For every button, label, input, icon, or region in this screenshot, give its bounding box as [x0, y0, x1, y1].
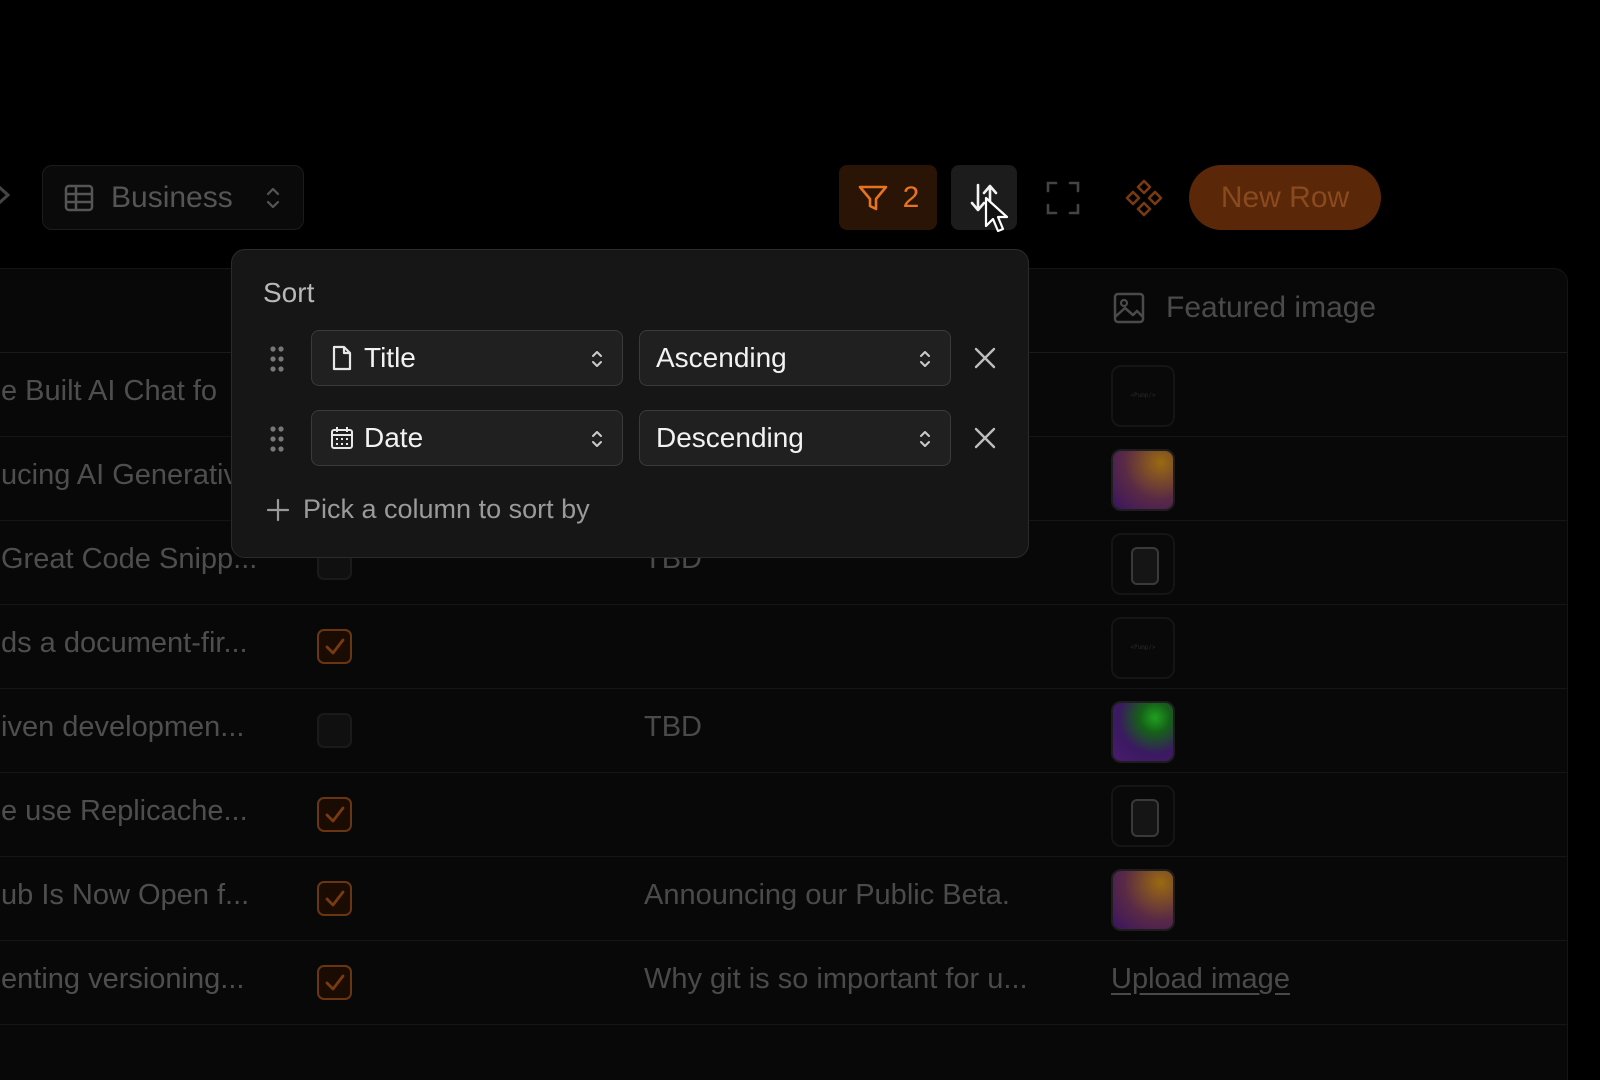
- chevron-updown-icon: [266, 187, 280, 209]
- funnel-icon: [858, 185, 887, 210]
- sort-popover: Sort Title Ascending Date Descending Pic…: [231, 249, 1029, 558]
- code-thumbnail-text: <Pump/>: [1130, 644, 1156, 651]
- row-title: iven developmen...: [1, 711, 245, 743]
- row-checkbox[interactable]: [317, 965, 352, 1000]
- new-row-button[interactable]: New Row: [1189, 165, 1381, 230]
- sort-column-value: Title: [364, 342, 416, 373]
- featured-image-thumbnail[interactable]: [1111, 449, 1175, 511]
- chevron-updown-icon: [592, 431, 602, 447]
- checkmark-icon: [325, 974, 344, 990]
- featured-image-thumbnail[interactable]: [1111, 785, 1175, 847]
- sort-direction-select[interactable]: Ascending: [639, 330, 951, 386]
- table-row[interactable]: ub Is Now Open f... Announcing our Publi…: [0, 857, 1567, 941]
- upload-image-link[interactable]: Upload image: [1111, 963, 1290, 996]
- chevron-updown-icon: [920, 431, 930, 447]
- image-icon: [1113, 292, 1145, 324]
- chevron-updown-icon: [592, 351, 602, 367]
- featured-image-thumbnail[interactable]: [1111, 869, 1175, 931]
- app-stage: Business 2 New Row Featured image e Buil…: [0, 0, 1600, 1080]
- sort-direction-select[interactable]: Descending: [639, 410, 951, 466]
- table-selector-label: Business: [111, 180, 233, 214]
- chevron-updown-icon: [920, 351, 930, 367]
- checkmark-icon: [325, 806, 344, 822]
- row-title: e use Replicache...: [1, 795, 248, 827]
- breadcrumb-chevron-icon: [0, 185, 11, 205]
- row-description: TBD: [644, 711, 702, 743]
- row-title: enting versioning...: [1, 963, 245, 995]
- sort-popover-title: Sort: [263, 277, 315, 308]
- component-icon[interactable]: [1124, 178, 1164, 218]
- row-title: ds a document-fir...: [1, 627, 248, 659]
- phone-thumbnail-icon: [1131, 799, 1159, 837]
- row-title: Great Code Snipp...: [1, 543, 258, 575]
- plus-icon: [266, 498, 290, 521]
- sort-column-select[interactable]: Title: [311, 330, 623, 386]
- drag-handle-icon[interactable]: [267, 424, 287, 454]
- table-row[interactable]: e use Replicache...: [0, 773, 1567, 857]
- code-thumbnail-text: <Pump/>: [1130, 392, 1156, 399]
- phone-thumbnail-icon: [1131, 547, 1159, 585]
- sort-column-select[interactable]: Date: [311, 410, 623, 466]
- checkmark-icon: [325, 638, 344, 654]
- table-selector[interactable]: Business: [42, 165, 304, 230]
- table-icon: [64, 184, 94, 211]
- add-sort-label: Pick a column to sort by: [303, 494, 590, 524]
- sort-rule: Title Ascending: [232, 330, 1028, 386]
- featured-image-thumbnail[interactable]: <Pump/>: [1111, 617, 1175, 679]
- sort-column-value: Date: [364, 422, 424, 453]
- row-title: ub Is Now Open f...: [1, 879, 250, 911]
- table-row[interactable]: iven developmen... TBD: [0, 689, 1567, 773]
- row-description: Why git is so important for u...: [644, 963, 1028, 995]
- add-sort-button[interactable]: Pick a column to sort by: [265, 494, 590, 525]
- drag-handle-icon[interactable]: [267, 344, 287, 374]
- featured-image-thumbnail[interactable]: <Pump/>: [1111, 365, 1175, 427]
- document-icon: [332, 345, 352, 371]
- row-checkbox[interactable]: [317, 629, 352, 664]
- close-icon[interactable]: [972, 345, 998, 371]
- filter-button[interactable]: 2: [839, 165, 937, 230]
- featured-image-thumbnail[interactable]: [1111, 533, 1175, 595]
- row-checkbox[interactable]: [317, 797, 352, 832]
- fullscreen-icon[interactable]: [1045, 180, 1081, 216]
- featured-image-thumbnail[interactable]: [1111, 701, 1175, 763]
- sort-direction-value: Ascending: [656, 342, 787, 373]
- mouse-cursor-icon: [984, 196, 1009, 233]
- row-checkbox[interactable]: [317, 713, 352, 748]
- calendar-icon: [331, 427, 353, 449]
- featured-image-column-header[interactable]: Featured image: [1112, 291, 1376, 325]
- close-icon[interactable]: [972, 425, 998, 451]
- filter-count: 2: [902, 180, 920, 214]
- sort-rule: Date Descending: [232, 410, 1028, 466]
- row-description: Announcing our Public Beta.: [644, 879, 1010, 911]
- row-checkbox[interactable]: [317, 881, 352, 916]
- sort-direction-value: Descending: [656, 422, 804, 453]
- featured-image-header-label: Featured image: [1166, 291, 1377, 324]
- table-row[interactable]: ds a document-fir... <Pump/>: [0, 605, 1567, 689]
- checkmark-icon: [325, 890, 344, 906]
- table-row[interactable]: enting versioning... Why git is so impor…: [0, 941, 1567, 1025]
